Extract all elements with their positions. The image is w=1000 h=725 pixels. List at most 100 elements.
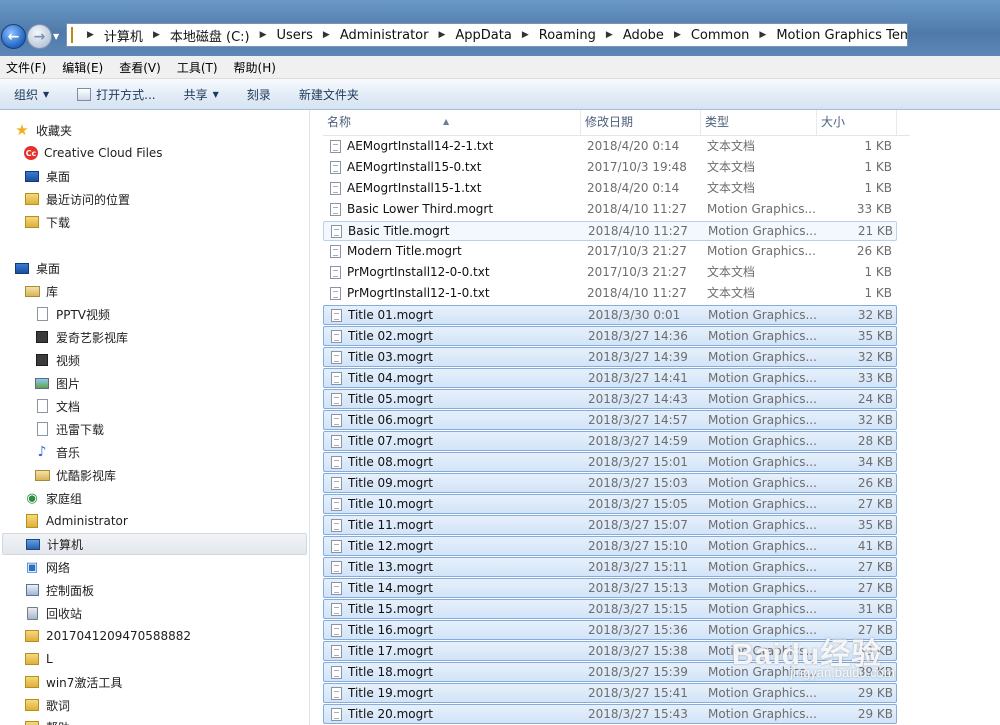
breadcrumb-separator-icon[interactable]: ▶ [598, 30, 621, 40]
nav-pictures[interactable]: 图片 [34, 372, 309, 394]
recent-pages-dropdown[interactable]: ▼ [53, 32, 59, 41]
share-button[interactable]: 共享 ▼ [184, 86, 219, 103]
file-name: Title 11.mogrt [348, 518, 433, 532]
nav-youku-library[interactable]: 优酷影视库 [34, 464, 309, 486]
breadcrumb-local-disk[interactable]: 本地磁盘 (C:) [168, 26, 252, 45]
nav-folder-lyrics[interactable]: 歌词 [24, 694, 309, 716]
nav-favorites-desktop[interactable]: 桌面 [24, 165, 309, 187]
breadcrumb-adobe[interactable]: Adobe [621, 28, 666, 43]
file-name: AEMogrtInstall15-0.txt [347, 160, 482, 174]
file-row[interactable]: Title 11.mogrt 2018/3/27 15:07 Motion Grap… [323, 515, 897, 535]
forward-button[interactable]: → [27, 24, 52, 49]
file-date: 2018/3/30 0:01 [588, 308, 681, 322]
nav-recycle-bin[interactable]: 回收站 [24, 602, 309, 624]
nav-desktop[interactable]: 桌面 [14, 257, 309, 279]
breadcrumb-roaming[interactable]: Roaming [537, 28, 598, 43]
column-header-size[interactable]: 大小 [817, 110, 897, 135]
file-row[interactable]: Title 03.mogrt 2018/3/27 14:39 Motion Grap… [323, 347, 897, 367]
menu-edit[interactable]: 编辑(E) [56, 59, 109, 76]
menu-tools[interactable]: 工具(T) [171, 59, 224, 76]
file-row[interactable]: Title 01.mogrt 2018/3/30 0:01 Motion Graph… [323, 305, 897, 325]
menu-view[interactable]: 查看(V) [113, 59, 167, 76]
breadcrumb-administrator[interactable]: Administrator [338, 28, 431, 43]
breadcrumb-users[interactable]: Users [275, 28, 315, 43]
nav-folder-l[interactable]: L [24, 648, 309, 670]
breadcrumb-separator-icon[interactable]: ▶ [430, 30, 453, 40]
open-with-button[interactable]: 打开方式... [77, 86, 156, 103]
nav-libraries[interactable]: 库 [24, 280, 309, 302]
breadcrumb-separator-icon[interactable]: ▶ [252, 30, 275, 40]
nav-documents[interactable]: 文档 [34, 395, 309, 417]
nav-xunlei-downloads[interactable]: 迅雷下载 [34, 418, 309, 440]
file-row[interactable]: Title 12.mogrt 2018/3/27 15:10 Motion Grap… [323, 536, 897, 556]
menu-help[interactable]: 帮助(H) [228, 59, 282, 76]
file-row[interactable]: AEMogrtInstall15-1.txt 2018/4/20 0:14 文本文档… [323, 179, 897, 199]
address-bar[interactable]: ▶ 计算机 ▶ 本地磁盘 (C:) ▶ Users ▶ Administrato… [66, 23, 908, 47]
menu-file[interactable]: 文件(F) [0, 59, 52, 76]
burn-button[interactable]: 刻录 [247, 86, 271, 103]
file-row[interactable]: AEMogrtInstall15-0.txt 2017/10/3 19:48 文本文… [323, 158, 897, 178]
file-row[interactable]: Title 05.mogrt 2018/3/27 14:43 Motion Grap… [323, 389, 897, 409]
nav-computer[interactable]: 计算机 [2, 533, 307, 555]
file-type: Motion Graphics... [708, 392, 817, 406]
file-row[interactable]: Title 02.mogrt 2018/3/27 14:36 Motion Grap… [323, 326, 897, 346]
mogrt-file-icon [331, 372, 342, 385]
nav-favorites[interactable]: ★ 收藏夹 [14, 119, 309, 141]
nav-iqiyi-library[interactable]: 爱奇艺影视库 [34, 326, 309, 348]
file-row[interactable]: Basic Lower Third.mogrt 2018/4/10 11:27 Mo… [323, 200, 897, 220]
nav-videos[interactable]: 视频 [34, 349, 309, 371]
file-row[interactable]: Title 14.mogrt 2018/3/27 15:13 Motion Grap… [323, 578, 897, 598]
nav-recent-places[interactable]: 最近访问的位置 [24, 188, 309, 210]
file-row[interactable]: PrMogrtInstall12-0-0.txt 2017/10/3 21:27 文… [323, 263, 897, 283]
file-size: 35 KB [857, 518, 893, 532]
nav-folder-help[interactable]: 帮助 [24, 716, 309, 725]
breadcrumb-computer[interactable]: 计算机 [102, 26, 145, 45]
file-row[interactable]: PrMogrtInstall12-1-0.txt 2018/4/10 11:27 文… [323, 284, 897, 304]
file-row[interactable]: Title 15.mogrt 2018/3/27 15:15 Motion Grap… [323, 599, 897, 619]
file-row[interactable]: Title 10.mogrt 2018/3/27 15:05 Motion Grap… [323, 494, 897, 514]
nav-network[interactable]: ▣ 网络 [24, 556, 309, 578]
breadcrumb-separator-icon[interactable]: ▶ [315, 30, 338, 40]
file-row[interactable]: Title 07.mogrt 2018/3/27 14:59 Motion Grap… [323, 431, 897, 451]
nav-pptv-video[interactable]: PPTV视频 [34, 303, 309, 325]
nav-homegroup[interactable]: ◉ 家庭组 [24, 487, 309, 509]
column-header-name[interactable]: 名称 ▲ [323, 110, 581, 135]
file-row[interactable]: Title 09.mogrt 2018/3/27 15:03 Motion Grap… [323, 473, 897, 493]
nav-control-panel[interactable]: 控制面板 [24, 579, 309, 601]
mogrt-file-icon [331, 498, 342, 511]
new-folder-button[interactable]: 新建文件夹 [299, 86, 359, 103]
file-date: 2018/3/27 15:11 [588, 560, 688, 574]
file-row[interactable]: Title 04.mogrt 2018/3/27 14:41 Motion Grap… [323, 368, 897, 388]
file-row[interactable]: Basic Title.mogrt 2018/4/10 11:27 Motion G… [323, 221, 897, 241]
new-folder-label: 新建文件夹 [298, 87, 359, 102]
column-header-type[interactable]: 类型 [701, 110, 817, 135]
file-row[interactable]: Modern Title.mogrt 2017/10/3 21:27 Motion … [323, 242, 897, 262]
file-row[interactable]: Title 06.mogrt 2018/3/27 14:57 Motion Grap… [323, 410, 897, 430]
breadcrumb-separator-icon[interactable]: ▶ [666, 30, 689, 40]
breadcrumb-separator-icon[interactable]: ▶ [514, 30, 537, 40]
file-row[interactable]: Title 13.mogrt 2018/3/27 15:11 Motion Grap… [323, 557, 897, 577]
breadcrumb-common[interactable]: Common [689, 28, 752, 43]
nav-folder-win7-activation[interactable]: win7激活工具 [24, 671, 309, 693]
organize-button[interactable]: 组织 ▼ [14, 86, 49, 103]
column-header-date[interactable]: 修改日期 [581, 110, 701, 135]
back-button[interactable]: ← [1, 24, 26, 49]
breadcrumb-appdata[interactable]: AppData [453, 28, 513, 43]
breadcrumb-separator-icon[interactable]: ▶ [145, 30, 168, 40]
nav-downloads[interactable]: 下载 [24, 211, 309, 233]
file-row[interactable]: AEMogrtInstall14-2-1.txt 2018/4/20 0:14 文本… [323, 137, 897, 157]
breadcrumb-motion-graphics-templates[interactable]: Motion Graphics Templates [774, 28, 907, 43]
nav-music[interactable]: ♪ 音乐 [34, 441, 309, 463]
file-name: Title 13.mogrt [348, 560, 433, 574]
file-type: Motion Graphics... [708, 476, 817, 490]
file-size: 31 KB [857, 602, 893, 616]
breadcrumb-separator-icon[interactable]: ▶ [79, 30, 102, 40]
breadcrumb-separator-icon[interactable]: ▶ [751, 30, 774, 40]
file-row[interactable]: Title 20.mogrt 2018/3/27 15:43 Motion Grap… [323, 704, 897, 724]
nav-creative-cloud-files[interactable]: Cc Creative Cloud Files [24, 142, 309, 164]
nav-administrator[interactable]: Administrator [24, 510, 309, 532]
nav-folder-2017041209470588882[interactable]: 2017041209470588882 [24, 625, 309, 647]
open-with-icon [77, 87, 92, 101]
file-size: 27 KB [857, 497, 893, 511]
file-row[interactable]: Title 08.mogrt 2018/3/27 15:01 Motion Grap… [323, 452, 897, 472]
